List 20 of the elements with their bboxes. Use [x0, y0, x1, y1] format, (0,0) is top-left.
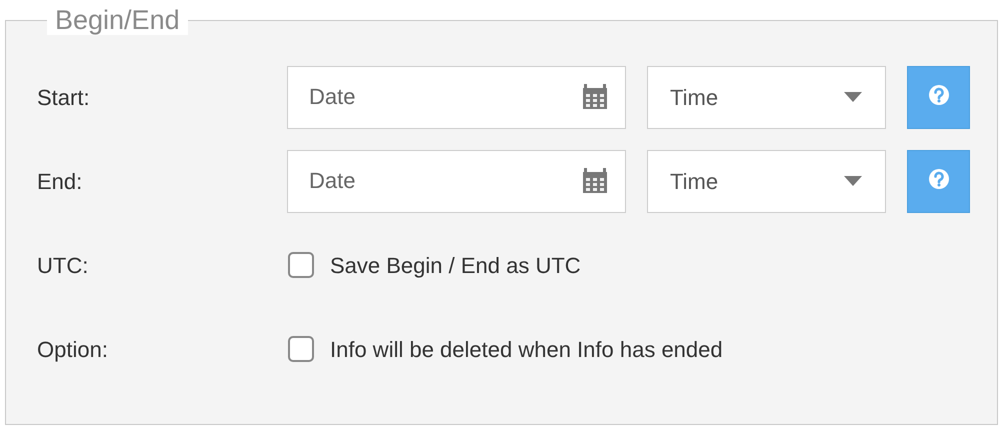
caret-icon: [844, 176, 862, 186]
help-icon: [928, 168, 950, 190]
checkbox[interactable]: [288, 336, 314, 362]
checkbox-label: Save Begin / End as UTC: [330, 252, 581, 280]
field-label: End:: [37, 168, 84, 196]
checkbox[interactable]: [288, 252, 314, 278]
caret-icon: [844, 92, 862, 102]
date-field[interactable]: Date: [287, 150, 626, 212]
help-button[interactable]: [907, 66, 970, 128]
field-label: UTC:: [37, 252, 90, 280]
help-icon: [928, 84, 950, 106]
field-label: Start:: [37, 84, 91, 112]
calendar-icon: [581, 166, 609, 194]
calendar-icon: [581, 82, 609, 110]
time-dropdown[interactable]: Time: [647, 150, 886, 212]
field-label: Option:: [37, 336, 109, 364]
checkbox-label: Info will be deleted when Info has ended: [330, 336, 723, 364]
help-button[interactable]: [907, 150, 970, 212]
time-dropdown[interactable]: Time: [647, 66, 886, 128]
date-field[interactable]: Date: [287, 66, 626, 128]
